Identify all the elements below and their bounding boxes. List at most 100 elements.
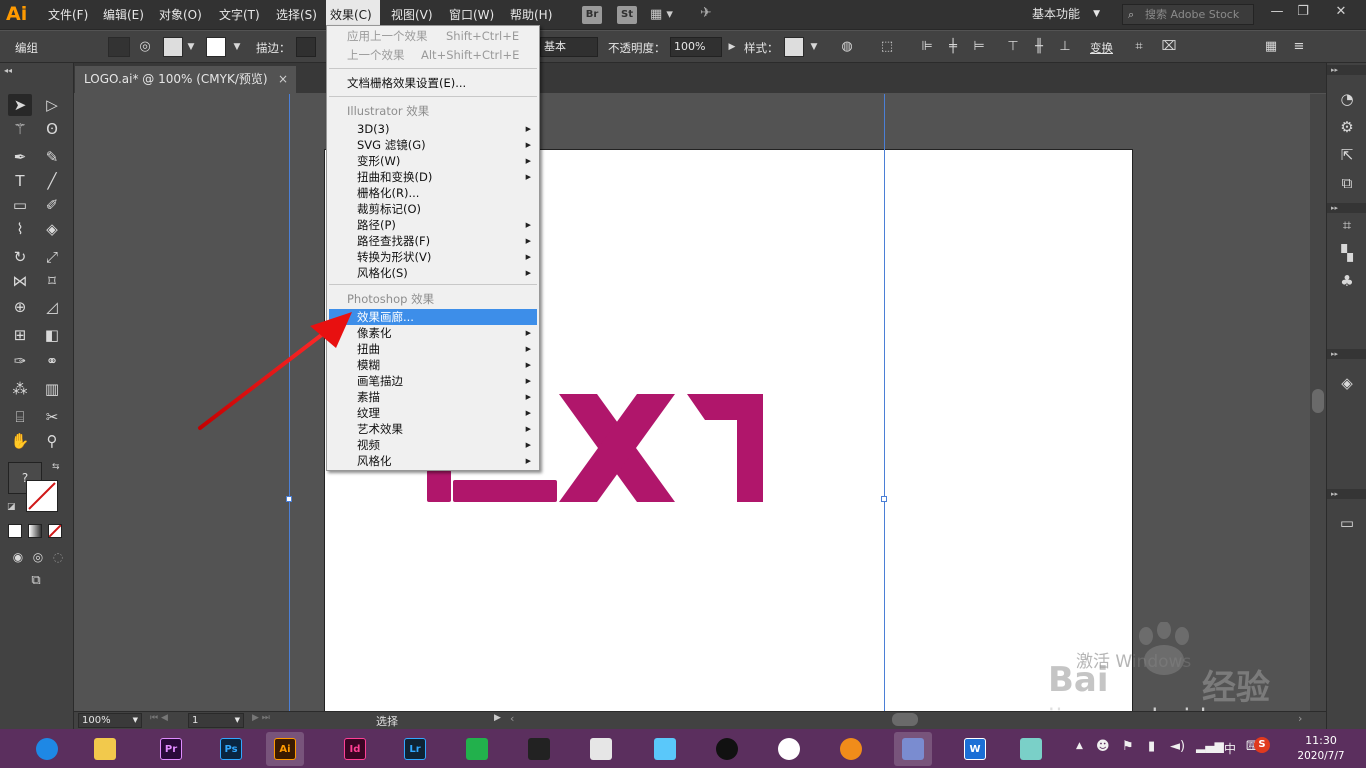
stroke-swatch[interactable] xyxy=(206,37,226,57)
artboard-tool-icon[interactable]: ⌸ xyxy=(8,406,32,428)
align-bottom-icon[interactable]: ⊥ xyxy=(1056,38,1074,56)
chevron-right-icon[interactable]: ▶ xyxy=(723,38,741,56)
vertical-scrollbar-thumb[interactable] xyxy=(1312,389,1324,413)
eraser-tool-icon[interactable]: ◈ xyxy=(40,218,64,240)
taskbar-app-indesign[interactable]: Id xyxy=(336,732,374,766)
menu-item-distort-transform[interactable]: 扭曲和变换(D) ▶ xyxy=(327,169,539,185)
direct-selection-tool-icon[interactable]: ▷ xyxy=(40,94,64,116)
paintbrush-tool-icon[interactable]: ✐ xyxy=(40,194,64,216)
bounding-handle[interactable] xyxy=(881,496,887,502)
restore-button[interactable]: ❐ xyxy=(1288,2,1318,22)
align-right-icon[interactable]: ⊨ xyxy=(970,38,988,56)
chevron-down-icon[interactable]: ▼ xyxy=(805,38,823,56)
taskbar-app-qq[interactable] xyxy=(708,732,746,766)
rotate-tool-icon[interactable]: ↻ xyxy=(8,246,32,268)
menu-item-raster-settings[interactable]: 文档栅格效果设置(E)... xyxy=(327,75,539,91)
color-guide-icon[interactable]: ◔ xyxy=(1337,89,1357,109)
gradient-panel-icon[interactable]: ▭ xyxy=(1337,513,1357,533)
menu-item-convert-to-shape[interactable]: 转换为形状(V) ▶ xyxy=(327,249,539,265)
none-mode-icon[interactable] xyxy=(48,524,62,538)
fill-swatch[interactable] xyxy=(163,37,183,57)
volume-icon[interactable]: ◄) xyxy=(1170,739,1185,754)
scale-tool-icon[interactable]: ⤢ xyxy=(40,246,64,268)
slice-tool-icon[interactable]: ✂ xyxy=(40,406,64,428)
lasso-tool-icon[interactable]: ʘ xyxy=(40,118,64,140)
scroll-left-icon[interactable]: ‹ xyxy=(510,712,514,725)
gradient-tool-icon[interactable]: ◧ xyxy=(40,324,64,346)
ime-indicator[interactable]: 中 xyxy=(1224,740,1236,757)
taskbar-app-premiere[interactable]: Pr xyxy=(152,732,190,766)
transform-link[interactable]: 变换 xyxy=(1090,40,1113,56)
align-center-icon[interactable]: ╪ xyxy=(944,38,962,56)
arrange-documents-icon[interactable]: ▦ ▾ xyxy=(650,7,676,23)
document-tab[interactable]: LOGO.ai* @ 100% (CMYK/预览) × xyxy=(75,66,296,93)
bridge-button[interactable]: Br xyxy=(582,6,602,24)
free-transform-tool-icon[interactable]: ⌑ xyxy=(40,270,64,292)
menu-select[interactable]: 选择(S) xyxy=(272,0,321,30)
appearance-icon[interactable]: ⚙ xyxy=(1337,117,1357,137)
arrange-icon[interactable]: ▦ xyxy=(1262,38,1280,56)
taskbar-app-illustrator[interactable]: Ai xyxy=(266,732,304,766)
shaper-tool-icon[interactable]: ⌇ xyxy=(8,218,32,240)
shape-builder-tool-icon[interactable]: ⊕ xyxy=(8,296,32,318)
taskbar-app-umbrella-app[interactable] xyxy=(582,732,620,766)
export-icon[interactable]: ⇱ xyxy=(1337,145,1357,165)
curvature-tool-icon[interactable]: ✎ xyxy=(40,146,64,168)
chevron-down-icon[interactable]: ▼ xyxy=(228,38,246,56)
menu-item-3d[interactable]: 3D(3) ▶ xyxy=(327,121,539,137)
menu-item-path[interactable]: 路径(P) ▶ xyxy=(327,217,539,233)
artboards-icon[interactable]: ⧉ xyxy=(1337,173,1357,193)
selection-tool-icon[interactable]: ➤ xyxy=(8,94,32,116)
screen-mode-icon[interactable]: ⧉ xyxy=(24,570,48,592)
opacity-field[interactable]: 100% xyxy=(670,37,722,57)
menu-item-svg-filters[interactable]: SVG 滤镜(G) ▶ xyxy=(327,137,539,153)
bounding-handle[interactable] xyxy=(286,496,292,502)
taskbar-app-firefox-like[interactable] xyxy=(832,732,870,766)
stock-search-input[interactable]: ⌕ 搜索 Adobe Stock xyxy=(1122,4,1254,25)
zoom-level-select[interactable]: 100% ▼ xyxy=(78,713,142,728)
perspective-grid-tool-icon[interactable]: ◿ xyxy=(40,296,64,318)
gpu-performance-icon[interactable]: ✈ xyxy=(700,5,722,25)
width-tool-icon[interactable]: ⋈ xyxy=(8,270,32,292)
chevron-down-icon[interactable]: ▼ xyxy=(182,38,200,56)
workspace-switcher[interactable]: 基本功能 ▼ xyxy=(1024,3,1106,26)
taskbar-app-chrome[interactable] xyxy=(770,732,808,766)
stock-button[interactable]: St xyxy=(617,6,637,24)
taskbar-app-browser-360[interactable] xyxy=(28,732,66,766)
network-icon[interactable]: ▂▄▆ xyxy=(1196,739,1224,753)
close-button[interactable]: ✕ xyxy=(1326,2,1356,22)
taskbar-app-cat-app[interactable] xyxy=(646,732,684,766)
align-left-icon[interactable]: ⊫ xyxy=(918,38,936,56)
taskbar-app-lightroom[interactable]: Lr xyxy=(396,732,434,766)
stroke-weight-stepper[interactable] xyxy=(296,37,316,57)
scroll-right-icon[interactable]: › xyxy=(1298,712,1302,725)
close-icon[interactable]: × xyxy=(278,66,288,93)
swatches-icon[interactable]: ▚ xyxy=(1337,243,1357,263)
menu-item-stylize-photoshop[interactable]: 风格化 ▶ xyxy=(327,453,539,469)
graphic-style-swatch[interactable] xyxy=(784,37,804,57)
swap-colors-icon[interactable]: ⇆ xyxy=(52,462,60,472)
mesh-tool-icon[interactable]: ⊞ xyxy=(8,324,32,346)
taskbar-app-wps[interactable]: W xyxy=(956,732,994,766)
clock-date[interactable]: 2020/7/7 xyxy=(1288,750,1354,762)
draw-inside-icon[interactable]: ◌ xyxy=(46,546,70,568)
stroke-color-box[interactable] xyxy=(26,480,58,512)
taskbar-app-video-editor[interactable] xyxy=(520,732,558,766)
collapse-icon[interactable]: ▸▸ xyxy=(1327,65,1366,75)
menu-item-crop-marks[interactable]: 裁剪标记(O) xyxy=(327,201,539,217)
clock-time[interactable]: 11:30 xyxy=(1296,734,1346,747)
first-artboard-icon[interactable]: ⏮ ◀ xyxy=(150,713,168,723)
artboard-number-select[interactable]: 1 ▼ xyxy=(188,713,244,728)
menu-type[interactable]: 文字(T) xyxy=(215,0,264,30)
taskbar-app-file-explorer[interactable] xyxy=(86,732,124,766)
recolor-artwork-icon[interactable]: ◍ xyxy=(838,38,856,56)
align-top-icon[interactable]: ⊤ xyxy=(1004,38,1022,56)
stroke-style-select[interactable]: 基本 xyxy=(540,37,598,57)
hand-tool-icon[interactable]: ✋ xyxy=(8,430,32,452)
taskbar-app-notepad-app[interactable] xyxy=(894,732,932,766)
menu-item-rasterize[interactable]: 栅格化(R)... xyxy=(327,185,539,201)
next-artboard-icon[interactable]: ▶ ⏭ xyxy=(252,713,270,723)
rectangle-tool-icon[interactable]: ▭ xyxy=(8,194,32,216)
default-colors-icon[interactable]: ◪ xyxy=(7,502,16,512)
pen-tool-icon[interactable]: ✒ xyxy=(8,146,32,168)
